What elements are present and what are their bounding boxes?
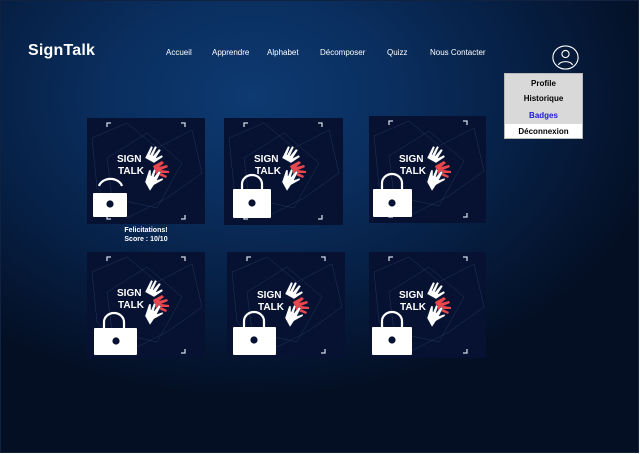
menu-item-historique[interactable]: Historique bbox=[505, 94, 582, 103]
logo-text-talk: TALK bbox=[255, 166, 282, 177]
badge-card[interactable]: SIGN TALK bbox=[369, 116, 486, 223]
logo-text-sign: SIGN bbox=[117, 288, 141, 299]
user-dropdown-menu: Profile Historique Badges Déconnexion bbox=[504, 73, 583, 139]
logo-text-sign: SIGN bbox=[117, 154, 141, 165]
logo-text-talk: TALK bbox=[400, 166, 427, 177]
badge-card[interactable]: SIGN TALK bbox=[87, 118, 205, 224]
logo-text-talk: TALK bbox=[118, 166, 145, 177]
badge-card[interactable]: SIGN TALK bbox=[224, 118, 343, 225]
logo-text-talk: TALK bbox=[400, 302, 427, 313]
badge-card[interactable]: SIGN TALK bbox=[87, 252, 205, 358]
badge-image: SIGN TALK bbox=[224, 118, 343, 225]
nav-decomposer[interactable]: Décomposer bbox=[320, 48, 365, 57]
main-nav: Accueil Apprendre Alphabet Décomposer Qu… bbox=[1, 48, 638, 60]
app-frame: SignTalk Accueil Apprendre Alphabet Déco… bbox=[1, 1, 638, 452]
user-avatar-icon[interactable] bbox=[552, 45, 579, 70]
menu-item-badges[interactable]: Badges bbox=[505, 111, 582, 120]
menu-item-profile[interactable]: Profile bbox=[505, 79, 582, 88]
logo-text-talk: TALK bbox=[258, 302, 285, 313]
logo-text-sign: SIGN bbox=[399, 290, 423, 301]
badge-caption: Felicitations! Score : 10/10 bbox=[87, 226, 205, 244]
nav-nous-contacter[interactable]: Nous Contacter bbox=[430, 48, 486, 57]
badge-congrats-text: Felicitations! bbox=[124, 227, 168, 234]
logo-text-sign: SIGN bbox=[257, 290, 281, 301]
nav-quizz[interactable]: Quizz bbox=[387, 48, 407, 57]
nav-alphabet[interactable]: Alphabet bbox=[267, 48, 299, 57]
badge-image: SIGN TALK bbox=[87, 118, 205, 224]
badge-card[interactable]: SIGN TALK bbox=[227, 252, 345, 358]
badge-image: SIGN TALK bbox=[369, 252, 486, 358]
badge-image: SIGN TALK bbox=[227, 252, 345, 358]
badge-image: SIGN TALK bbox=[369, 116, 486, 223]
menu-item-deconnexion[interactable]: Déconnexion bbox=[505, 127, 582, 136]
nav-accueil[interactable]: Accueil bbox=[166, 48, 192, 57]
logo-text-talk: TALK bbox=[118, 300, 145, 311]
nav-apprendre[interactable]: Apprendre bbox=[212, 48, 249, 57]
logo-text-sign: SIGN bbox=[399, 154, 423, 165]
badge-score-text: Score : 10/10 bbox=[124, 236, 168, 243]
logo-text-sign: SIGN bbox=[254, 154, 278, 165]
badge-image: SIGN TALK bbox=[87, 252, 205, 358]
badge-card[interactable]: SIGN TALK bbox=[369, 252, 486, 358]
